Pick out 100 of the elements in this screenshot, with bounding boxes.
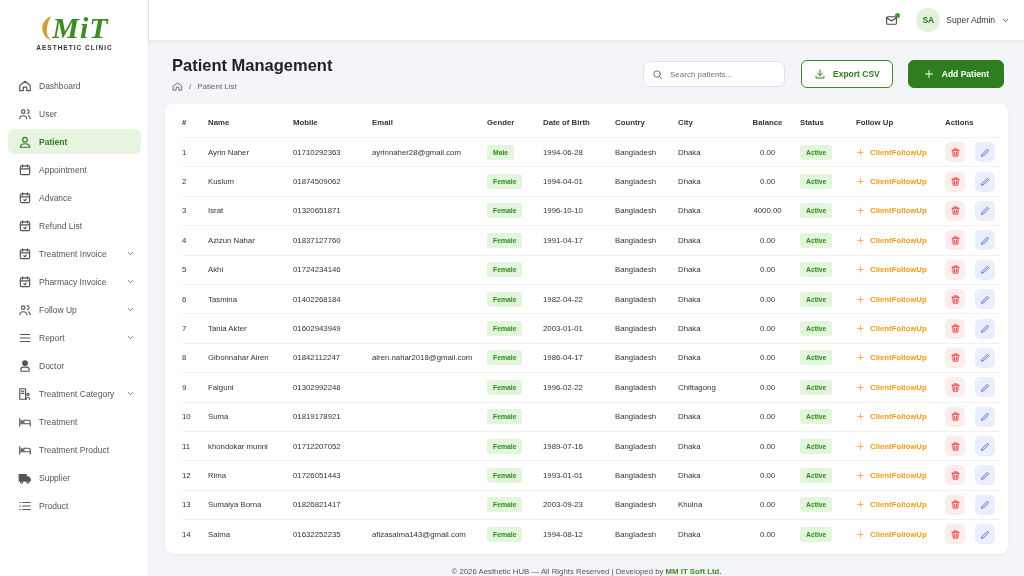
sidebar-item[interactable]: Treatment xyxy=(8,409,141,434)
pencil-icon xyxy=(979,440,991,452)
pencil-icon xyxy=(979,323,991,335)
chevron-down-icon xyxy=(126,249,135,258)
trash-icon xyxy=(949,499,961,511)
edit-button[interactable] xyxy=(975,524,995,545)
pencil-icon xyxy=(979,528,991,540)
plus-icon xyxy=(856,500,865,510)
logo-swoosh-icon xyxy=(40,14,53,42)
delete-button[interactable] xyxy=(945,230,965,251)
pencil-icon xyxy=(979,176,991,188)
edit-button[interactable] xyxy=(975,347,995,368)
delete-button[interactable] xyxy=(945,171,965,192)
trash-icon xyxy=(949,264,961,276)
add-button[interactable]: Add Patient xyxy=(907,60,1004,88)
page-title: Patient Management xyxy=(172,56,334,75)
plus-icon xyxy=(856,441,865,451)
delete-button[interactable] xyxy=(945,259,965,280)
edit-button[interactable] xyxy=(975,289,995,310)
trash-icon xyxy=(949,440,961,452)
plus-icon xyxy=(922,68,935,80)
breadcrumb-current: Patient List xyxy=(197,82,237,91)
delete-button[interactable] xyxy=(945,200,965,221)
sidebar-item[interactable]: Pharmacy Invoice xyxy=(8,269,141,294)
edit-button[interactable] xyxy=(975,230,995,251)
edit-button[interactable] xyxy=(975,318,995,339)
pencil-icon xyxy=(979,499,991,511)
delete-button[interactable] xyxy=(945,377,965,398)
sidebar-item[interactable]: Patient xyxy=(8,129,141,154)
pencil-icon xyxy=(979,352,991,364)
plus-icon xyxy=(856,294,865,304)
sidebar-item[interactable]: Treatment Category xyxy=(8,381,141,406)
trash-icon xyxy=(949,234,961,246)
plus-icon xyxy=(856,177,865,187)
home-icon xyxy=(18,78,32,93)
calendar-icon xyxy=(18,274,32,289)
sidebar-item[interactable]: Report xyxy=(8,325,141,350)
person-icon xyxy=(18,358,32,373)
chevron-down-icon xyxy=(126,305,135,314)
trash-icon xyxy=(949,411,961,423)
edit-button[interactable] xyxy=(975,377,995,398)
delete-button[interactable] xyxy=(945,347,965,368)
edit-button[interactable] xyxy=(975,259,995,280)
plus-icon xyxy=(856,471,865,480)
download-icon xyxy=(814,68,826,80)
plus-icon xyxy=(856,529,865,539)
plus-icon xyxy=(856,147,865,157)
calendar-icon xyxy=(18,218,32,233)
sidebar-item[interactable]: Dashboard xyxy=(8,73,141,98)
trash-icon xyxy=(949,528,961,540)
sidebar-item[interactable]: Supplier xyxy=(8,465,141,490)
trash-icon xyxy=(949,323,961,335)
delete-button[interactable] xyxy=(945,436,965,457)
sidebar-item[interactable]: Appointment xyxy=(8,157,141,182)
sidebar-item[interactable]: Treatment Product xyxy=(8,437,141,462)
edit-button[interactable] xyxy=(975,465,995,486)
export-button[interactable]: Export CSV xyxy=(801,60,893,88)
users-icon xyxy=(18,106,32,121)
mail-icon xyxy=(885,13,899,27)
trash-icon xyxy=(949,176,961,188)
trash-icon xyxy=(949,293,961,305)
plus-icon xyxy=(856,382,865,392)
chevron-down-icon xyxy=(126,333,135,342)
delete-button[interactable] xyxy=(945,494,965,515)
edit-button[interactable] xyxy=(975,142,995,163)
plus-icon xyxy=(856,235,865,245)
trash-icon xyxy=(949,470,961,481)
pencil-icon xyxy=(979,381,991,393)
pencil-icon xyxy=(979,470,991,481)
delete-button[interactable] xyxy=(945,465,965,486)
pencil-icon xyxy=(979,411,991,423)
edit-button[interactable] xyxy=(975,200,995,221)
edit-button[interactable] xyxy=(975,494,995,515)
plus-icon xyxy=(856,265,865,275)
delete-button[interactable] xyxy=(945,318,965,339)
sidebar-item[interactable]: Doctor xyxy=(8,353,141,378)
delete-button[interactable] xyxy=(945,142,965,163)
pencil-icon xyxy=(979,146,991,158)
sidebar-item[interactable]: Follow Up xyxy=(8,297,141,322)
calendar-icon xyxy=(18,190,32,205)
chevron-down-icon xyxy=(126,389,135,398)
delete-button[interactable] xyxy=(945,289,965,310)
building-person-icon xyxy=(18,386,32,401)
sidebar-item[interactable]: Treatment Invoice xyxy=(8,241,141,266)
delete-button[interactable] xyxy=(945,406,965,427)
sidebar-item[interactable]: User xyxy=(8,101,141,126)
sidebar-item[interactable]: Advance xyxy=(8,185,141,210)
calendar-icon xyxy=(18,246,32,261)
plus-icon xyxy=(856,206,865,216)
search-field[interactable]: Search patients... xyxy=(643,61,785,87)
edit-button[interactable] xyxy=(975,171,995,192)
edit-button[interactable] xyxy=(975,436,995,457)
chevron-down-icon xyxy=(126,277,135,286)
sidebar-item[interactable]: Refund List xyxy=(8,213,141,238)
sidebar-item[interactable]: Product xyxy=(8,493,141,518)
user-menu[interactable]: SA Super Admin xyxy=(916,8,1010,32)
plus-icon xyxy=(856,324,865,334)
delete-button[interactable] xyxy=(945,524,965,545)
trash-icon xyxy=(949,381,961,393)
edit-button[interactable] xyxy=(975,406,995,427)
